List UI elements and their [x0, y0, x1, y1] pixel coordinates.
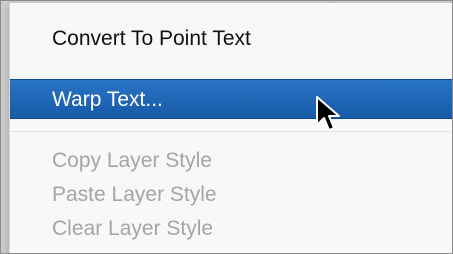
screenshot-frame: Convert To Point Text Warp Text... Copy …: [0, 0, 453, 254]
menu-item-warp-text[interactable]: Warp Text...: [10, 79, 452, 119]
context-menu: Convert To Point Text Warp Text... Copy …: [9, 3, 452, 253]
menu-item-clear-layer-style: Clear Layer Style: [52, 217, 214, 240]
menu-item-convert-to-point-text[interactable]: Convert To Point Text: [10, 19, 452, 59]
arrow-pointer-icon: [316, 96, 340, 131]
menu-separator: [10, 131, 452, 132]
